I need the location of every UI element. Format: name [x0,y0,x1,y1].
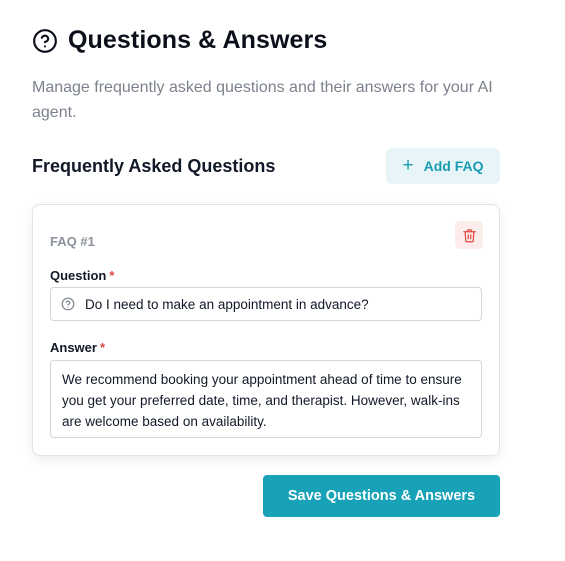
question-label-text: Question [50,268,107,283]
add-faq-button[interactable]: + Add FAQ [386,148,500,184]
save-button[interactable]: Save Questions & Answers [263,475,500,517]
section-title: Frequently Asked Questions [32,156,276,176]
answer-textarea[interactable]: We recommend booking your appointment ah… [50,360,482,438]
plus-icon: + [402,154,414,176]
add-faq-label: Add FAQ [423,158,484,174]
help-circle-icon [61,297,75,311]
question-input[interactable]: Do I need to make an appointment in adva… [50,287,482,321]
qa-settings-page: Questions & Answers Manage frequently as… [0,0,565,561]
question-label: Question * [50,268,114,283]
trash-icon [462,228,476,242]
faq-card: FAQ #1 Question * Do I need to make an ap… [32,204,500,456]
delete-faq-button[interactable] [455,221,483,249]
required-marker: * [99,340,106,355]
required-marker: * [109,268,115,283]
page-description: Manage frequently asked questions and th… [32,79,493,121]
answer-label: Answer * [50,340,105,355]
faq-number: FAQ #1 [50,234,95,249]
page-title: Questions & Answers [68,26,328,54]
help-circle-icon [33,28,57,53]
question-value: Do I need to make an appointment in adva… [85,296,369,312]
page-header: Questions & Answers [32,26,327,55]
answer-label-text: Answer [50,340,97,355]
